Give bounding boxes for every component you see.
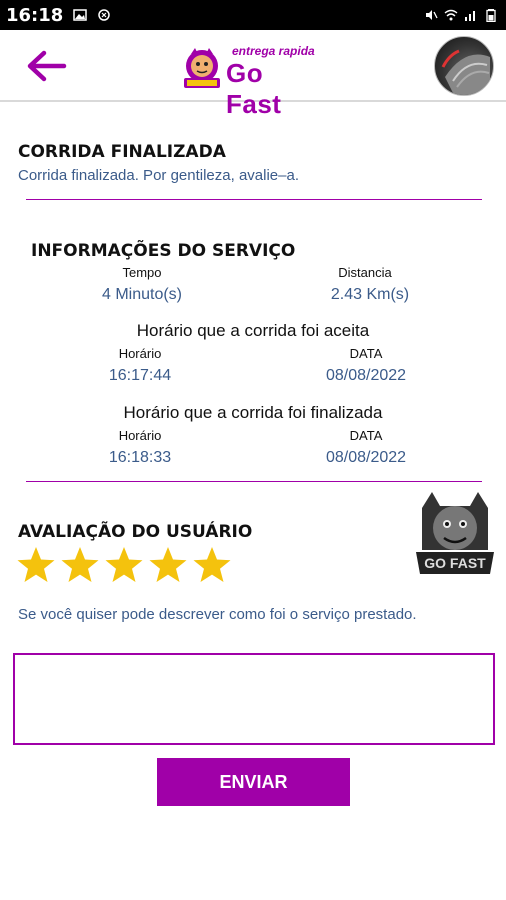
star-icon[interactable] <box>16 545 56 585</box>
star-icon[interactable] <box>60 545 100 585</box>
signal-icon <box>465 11 475 21</box>
avatar-image-icon <box>441 49 490 95</box>
distance-label: Distancia <box>338 265 392 280</box>
mascot-logo-icon <box>184 48 220 88</box>
avatar[interactable] <box>434 36 494 96</box>
time-value: 4 Minuto(s) <box>101 286 183 303</box>
status-bar: 16:18 <box>0 0 506 30</box>
svg-text:GO FAST: GO FAST <box>424 555 486 571</box>
finished-heading: Horário que a corrida foi finalizada <box>123 403 383 422</box>
finished-hour-label: Horário <box>118 428 162 443</box>
distance-value: 2.43 Km(s) <box>330 286 410 303</box>
star-icon[interactable] <box>104 545 144 585</box>
star-rating <box>16 545 232 585</box>
comment-input[interactable] <box>13 653 495 745</box>
go-fast-emblem-icon: GO FAST <box>416 492 494 574</box>
finished-date-value: 08/08/2022 <box>325 449 407 466</box>
finish-message: Corrida finalizada. Por gentileza, avali… <box>18 167 299 184</box>
finished-hour-value: 16:18:33 <box>108 449 172 466</box>
star-icon[interactable] <box>148 545 188 585</box>
star-icon[interactable] <box>192 545 232 585</box>
service-info-title: INFORMAÇÕES DO SERVIÇO <box>31 241 296 261</box>
finish-title: CORRIDA FINALIZADA <box>18 142 226 162</box>
time-label: Tempo <box>122 265 162 280</box>
logo-brand: Go Fast <box>226 58 282 119</box>
app-notification-icon <box>98 9 111 21</box>
accepted-date-value: 08/08/2022 <box>325 367 407 384</box>
divider <box>26 481 482 482</box>
accepted-hour-label: Horário <box>118 346 162 361</box>
accepted-hour-value: 16:17:44 <box>108 367 172 384</box>
arrow-left-icon[interactable] <box>24 46 68 86</box>
rating-title: AVALIAÇÃO DO USUÁRIO <box>18 522 253 542</box>
app-header: entrega rapida Go Fast <box>0 30 506 119</box>
logo-tagline: entrega rapida <box>232 44 315 58</box>
battery-icon <box>486 9 496 22</box>
status-time: 16:18 <box>6 4 64 26</box>
finished-date-label: DATA <box>349 428 383 443</box>
mute-icon <box>426 10 438 20</box>
accepted-heading: Horário que a corrida foi aceita <box>136 321 370 340</box>
accepted-date-label: DATA <box>349 346 383 361</box>
comment-hint: Se você quiser pode descrever como foi o… <box>18 606 417 623</box>
divider <box>26 199 482 200</box>
image-icon <box>73 9 88 21</box>
wifi-icon <box>444 9 458 21</box>
send-button[interactable]: ENVIAR <box>157 758 350 806</box>
go-fast-logo: entrega rapida Go Fast <box>176 40 326 119</box>
